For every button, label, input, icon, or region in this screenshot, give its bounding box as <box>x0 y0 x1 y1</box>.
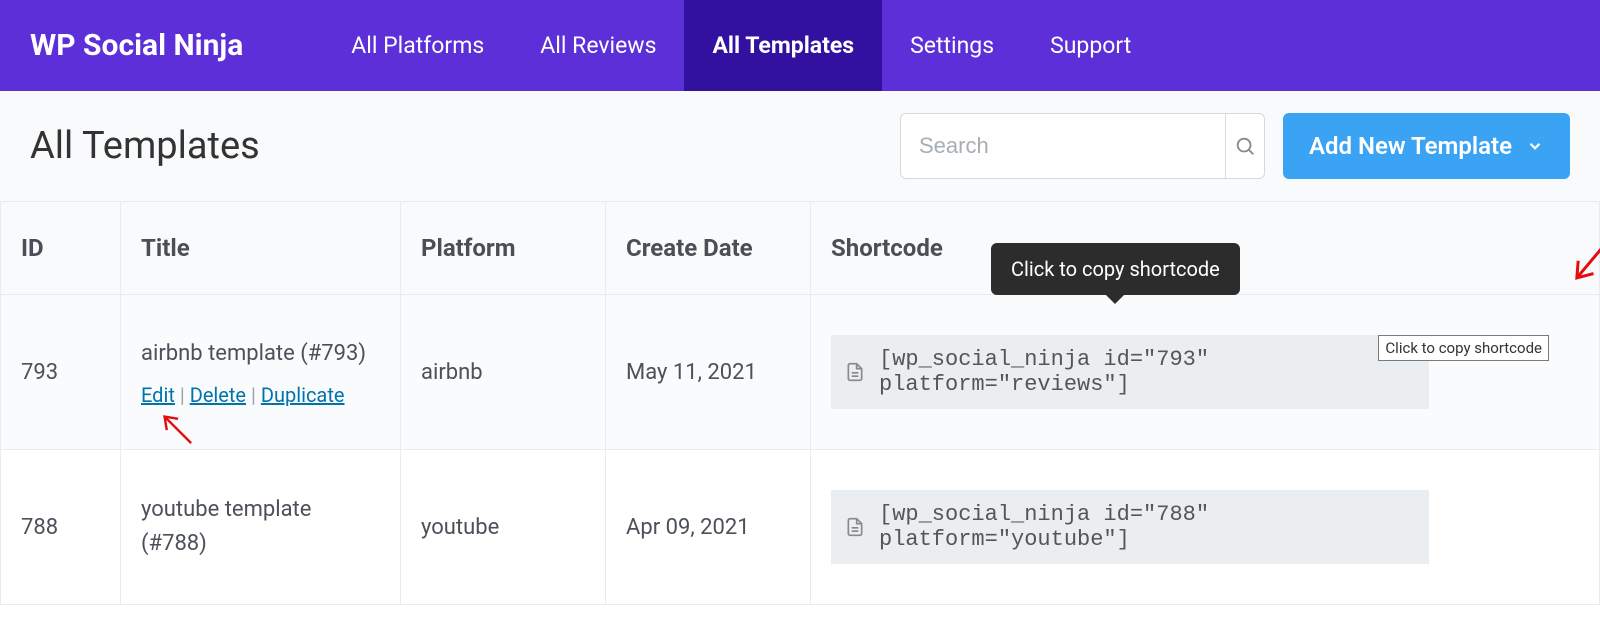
search-input[interactable] <box>901 133 1225 159</box>
cell-id: 793 <box>1 295 121 450</box>
col-id: ID <box>1 202 121 295</box>
shortcode-box[interactable]: [wp_social_ninja id="788" platform="yout… <box>831 490 1429 564</box>
cell-id: 788 <box>1 450 121 605</box>
table-row: 788 youtube template (#788) youtube Apr … <box>1 450 1600 605</box>
document-icon <box>845 361 865 383</box>
nav-all-reviews[interactable]: All Reviews <box>512 0 684 91</box>
cell-title: youtube template (#788) <box>121 450 401 605</box>
cell-shortcode: Click to copy shortcode [wp_social_ninja… <box>811 295 1600 450</box>
table-row: 793 airbnb template (#793) Edit | Delete… <box>1 295 1600 450</box>
nav-all-platforms[interactable]: All Platforms <box>323 0 512 91</box>
table-header-row: ID Title Platform Create Date Shortcode <box>1 202 1600 295</box>
native-tooltip: Click to copy shortcode <box>1378 335 1549 361</box>
brand-title: WP Social Ninja <box>30 28 243 63</box>
add-new-template-button[interactable]: Add New Template <box>1283 113 1570 179</box>
delete-link[interactable]: Delete <box>190 383 246 407</box>
edit-link[interactable]: Edit <box>141 383 175 407</box>
header-actions: Add New Template <box>900 113 1570 179</box>
template-title: youtube template (#788) <box>141 493 380 561</box>
page-header: All Templates Add New Template <box>0 91 1600 201</box>
template-title: airbnb template (#793) <box>141 337 380 371</box>
add-button-label: Add New Template <box>1309 132 1512 160</box>
col-platform: Platform <box>401 202 606 295</box>
nav-settings[interactable]: Settings <box>882 0 1022 91</box>
page-title: All Templates <box>30 124 260 168</box>
row-actions: Edit | Delete | Duplicate <box>141 383 380 407</box>
cell-create-date: Apr 09, 2021 <box>606 450 811 605</box>
cell-title: airbnb template (#793) Edit | Delete | D… <box>121 295 401 450</box>
cell-create-date: May 11, 2021 <box>606 295 811 450</box>
col-create-date: Create Date <box>606 202 811 295</box>
search-box <box>900 113 1265 179</box>
copy-tooltip: Click to copy shortcode <box>991 243 1240 295</box>
search-icon <box>1234 135 1256 157</box>
cell-shortcode: [wp_social_ninja id="788" platform="yout… <box>811 450 1600 605</box>
nav-all-templates[interactable]: All Templates <box>684 0 882 91</box>
duplicate-link[interactable]: Duplicate <box>261 383 345 407</box>
shortcode-text: [wp_social_ninja id="793" platform="revi… <box>879 347 1415 397</box>
cell-platform: youtube <box>401 450 606 605</box>
shortcode-text: [wp_social_ninja id="788" platform="yout… <box>879 502 1415 552</box>
search-button[interactable] <box>1225 114 1264 178</box>
main-nav: All Platforms All Reviews All Templates … <box>323 0 1159 91</box>
cell-platform: airbnb <box>401 295 606 450</box>
chevron-down-icon <box>1526 137 1544 155</box>
templates-table: ID Title Platform Create Date Shortcode … <box>0 201 1600 605</box>
document-icon <box>845 516 865 538</box>
nav-support[interactable]: Support <box>1022 0 1159 91</box>
top-navbar: WP Social Ninja All Platforms All Review… <box>0 0 1600 91</box>
col-title: Title <box>121 202 401 295</box>
shortcode-box[interactable]: [wp_social_ninja id="793" platform="revi… <box>831 335 1429 409</box>
